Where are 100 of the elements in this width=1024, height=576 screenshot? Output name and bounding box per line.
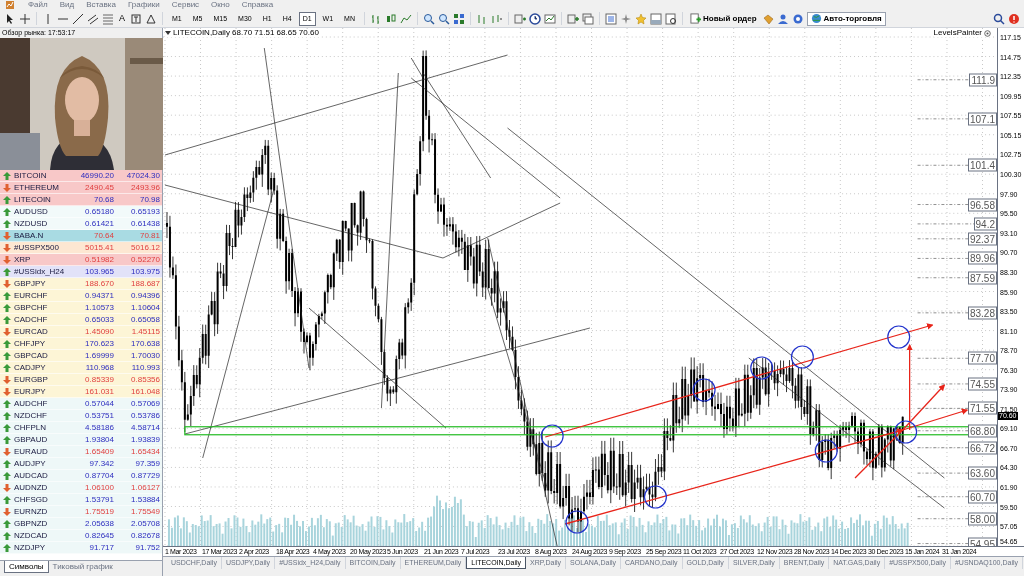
label-icon[interactable] bbox=[130, 12, 142, 25]
market-row[interactable]: EURAUD 1.65409 1.65434 bbox=[0, 446, 162, 458]
panel-tab[interactable]: Тиковый график bbox=[48, 561, 117, 572]
channel-icon[interactable] bbox=[87, 12, 99, 25]
market-row[interactable]: EURGBP 0.85339 0.85356 bbox=[0, 374, 162, 386]
collapse-arrow-icon[interactable] bbox=[165, 30, 171, 36]
new-order-button[interactable]: Новый ордер bbox=[688, 11, 759, 26]
market-row[interactable]: CHFSGD 1.53791 1.53884 bbox=[0, 494, 162, 506]
market-row[interactable]: EURNZD 1.75519 1.75549 bbox=[0, 506, 162, 518]
ask-price: 2493.96 bbox=[130, 183, 160, 192]
market-row[interactable]: AUDCHF 0.57044 0.57069 bbox=[0, 398, 162, 410]
cursor-icon[interactable] bbox=[4, 12, 16, 25]
bid-price: 2.05638 bbox=[84, 519, 114, 528]
text-tool-button[interactable]: A bbox=[117, 14, 127, 23]
level-label: 83.28 bbox=[967, 306, 997, 320]
zoom-out-icon[interactable] bbox=[438, 12, 450, 25]
market-row[interactable]: EURJPY 161.031 161.048 bbox=[0, 386, 162, 398]
market-row[interactable]: LITECOIN 70.68 70.98 bbox=[0, 194, 162, 206]
symbol-name: ETHEREUM bbox=[14, 183, 60, 192]
symbol-name: NZDCHF bbox=[14, 411, 48, 420]
market-row[interactable]: NZDJPY 91.717 91.752 bbox=[0, 542, 162, 554]
level-label: 87.59 bbox=[967, 271, 997, 285]
auto-trading-button[interactable]: Авто-торговля bbox=[806, 11, 886, 26]
bid-price: 1.65409 bbox=[84, 447, 114, 456]
symbol-name: XRP bbox=[14, 255, 32, 264]
market-row[interactable]: BITCOIN 46990.20 47024.30 bbox=[0, 170, 162, 182]
ask-price: 161.048 bbox=[130, 387, 160, 396]
bar-chart-icon[interactable] bbox=[370, 12, 382, 25]
market-row[interactable]: #USSidx_H24 103.965 103.975 bbox=[0, 266, 162, 278]
bid-price: 0.65033 bbox=[84, 315, 114, 324]
clock-icon[interactable] bbox=[529, 12, 541, 25]
ask-price: 70.98 bbox=[138, 195, 160, 204]
market-row[interactable]: GBPCAD 1.69999 1.70030 bbox=[0, 350, 162, 362]
line-chart-icon[interactable] bbox=[400, 12, 412, 25]
shapes-icon[interactable] bbox=[145, 12, 157, 25]
crosshair-icon[interactable] bbox=[19, 12, 31, 25]
menu-item[interactable]: Справка bbox=[241, 1, 274, 9]
symbol-name: CHFSGD bbox=[14, 495, 49, 504]
globe-icon bbox=[810, 13, 822, 24]
person-icon[interactable] bbox=[776, 12, 789, 25]
level-label: 71.55 bbox=[967, 401, 997, 415]
candles-icon[interactable] bbox=[385, 12, 397, 25]
symbol-name: CHFJPY bbox=[14, 339, 47, 348]
star-icon[interactable] bbox=[635, 12, 647, 25]
symbol-name: NZDJPY bbox=[14, 543, 47, 552]
bid-price: 70.68 bbox=[92, 195, 114, 204]
symbol-name: EURAUD bbox=[14, 447, 49, 456]
symbol-name: EURGBP bbox=[14, 375, 49, 384]
market-row[interactable]: GBPNZD 2.05638 2.05708 bbox=[0, 518, 162, 530]
market-row[interactable]: CHFPLN 4.58186 4.58714 bbox=[0, 422, 162, 434]
menu-item[interactable]: Вид bbox=[59, 1, 75, 9]
bid-price: 0.94371 bbox=[84, 291, 114, 300]
menu-item[interactable]: Вставка bbox=[86, 1, 116, 9]
menu-item[interactable]: Графики bbox=[127, 1, 160, 9]
market-row[interactable]: AUDNZD 1.06100 1.06127 bbox=[0, 482, 162, 494]
market-row[interactable]: EURCAD 1.45090 1.45115 bbox=[0, 326, 162, 338]
bid-price: 70.64 bbox=[92, 231, 114, 240]
bid-price: 1.93804 bbox=[84, 435, 114, 444]
market-row[interactable]: NZDCAD 0.82645 0.82678 bbox=[0, 530, 162, 542]
market-row[interactable]: CADJPY 110.968 110.993 bbox=[0, 362, 162, 374]
settings-icon[interactable] bbox=[984, 29, 991, 37]
market-row[interactable]: XRP 0.51982 0.52270 bbox=[0, 254, 162, 266]
bid-price: 1.06100 bbox=[84, 483, 114, 492]
search-icon[interactable] bbox=[993, 12, 1005, 25]
market-row[interactable]: NZDUSD 0.61421 0.61438 bbox=[0, 218, 162, 230]
symbol-name: #USSidx_H24 bbox=[14, 267, 66, 276]
market-row[interactable]: EURCHF 0.94371 0.94396 bbox=[0, 290, 162, 302]
trend-line-icon[interactable] bbox=[72, 12, 84, 25]
template-icon[interactable] bbox=[544, 12, 556, 25]
level-label: 92.37 bbox=[967, 232, 997, 246]
alert-icon[interactable] bbox=[1008, 12, 1020, 25]
bid-price: 46990.20 bbox=[79, 171, 114, 180]
symbol-name: CADCHF bbox=[14, 315, 49, 324]
ask-price: 1.10604 bbox=[130, 303, 160, 312]
panel-tab[interactable]: Символы bbox=[4, 561, 49, 573]
menu-item[interactable]: Окно bbox=[211, 1, 230, 9]
tile-windows-icon[interactable] bbox=[453, 12, 465, 25]
market-row[interactable]: CHFJPY 170.623 170.638 bbox=[0, 338, 162, 350]
level-label: 89.96 bbox=[967, 251, 997, 265]
ask-price: 188.687 bbox=[130, 279, 160, 288]
symbol-name: GBPAUD bbox=[14, 435, 49, 444]
market-row[interactable]: GBPAUD 1.93804 1.93839 bbox=[0, 434, 162, 446]
menu-item[interactable]: Сервис bbox=[171, 1, 200, 9]
level-label: 74.55 bbox=[967, 377, 997, 391]
market-row[interactable]: AUDCAD 0.87704 0.87729 bbox=[0, 470, 162, 482]
order-icon bbox=[690, 13, 701, 24]
market-row[interactable]: GBPJPY 188.670 188.687 bbox=[0, 278, 162, 290]
market-row[interactable]: AUDUSD 0.65180 0.65193 bbox=[0, 206, 162, 218]
market-row[interactable]: BABA.N 70.64 70.81 bbox=[0, 230, 162, 242]
zoom-in-icon[interactable] bbox=[423, 12, 435, 25]
profiles-icon[interactable] bbox=[582, 12, 594, 25]
market-row[interactable]: ETHEREUM 2490.45 2493.96 bbox=[0, 182, 162, 194]
market-row[interactable]: NZDCHF 0.53751 0.53786 bbox=[0, 410, 162, 422]
market-row[interactable]: CADCHF 0.65033 0.65058 bbox=[0, 314, 162, 326]
market-row[interactable]: #USSPX500 5015.41 5016.12 bbox=[0, 242, 162, 254]
ask-price: 170.638 bbox=[130, 339, 160, 348]
market-row[interactable]: GBPCHF 1.10573 1.10604 bbox=[0, 302, 162, 314]
symbol-name: AUDUSD bbox=[14, 207, 49, 216]
market-row[interactable]: AUDJPY 97.342 97.359 bbox=[0, 458, 162, 470]
menu-item[interactable]: Файл bbox=[28, 1, 48, 9]
